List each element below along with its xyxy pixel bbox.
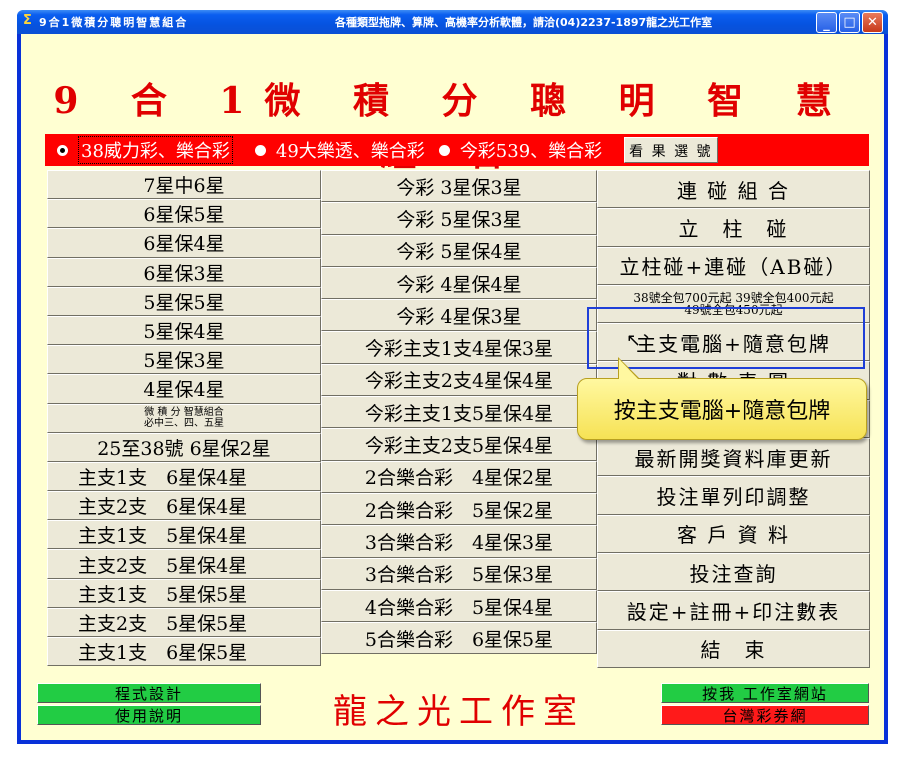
combo-button[interactable]: 主支2支 5星保5星	[47, 607, 321, 637]
button-line: 微 積 分 智慧組合	[144, 407, 224, 419]
combo-button[interactable]: 主支2支 5星保4星	[47, 549, 321, 579]
radio-49-lotto[interactable]: 49大樂透、樂合彩	[254, 137, 425, 163]
pillar-combo-button[interactable]: 立 柱 碰	[597, 208, 870, 247]
customer-data-button[interactable]: 客 戶 資 料	[597, 514, 870, 553]
calculus-combo-button[interactable]: 微 積 分 智慧組合 必中三、四、五星	[47, 403, 321, 433]
combo-button[interactable]: 今彩主支2支5星保4星	[321, 428, 597, 461]
combo-button[interactable]: 3合樂合彩 5星保3星	[321, 557, 597, 590]
combo-button[interactable]: 5星保5星	[47, 286, 321, 316]
radio-selected-icon	[57, 144, 68, 156]
close-button[interactable]: ✕	[862, 12, 883, 33]
combo-button[interactable]: 主支1支 6星保5星	[47, 637, 321, 667]
taiwan-lottery-button[interactable]: 台灣彩券網	[661, 705, 869, 725]
window-controls: _ □ ✕	[816, 12, 883, 33]
sigma-icon: Σ	[23, 13, 32, 28]
combo-button[interactable]: 25至38號 6星保2星	[47, 432, 321, 462]
combo-button[interactable]: 5合樂合彩 6星保5星	[321, 622, 597, 655]
studio-name: 龍之光工作室	[333, 692, 585, 732]
database-update-button[interactable]: 最新開獎資料庫更新	[597, 438, 870, 477]
combo-button[interactable]: 今彩主支1支4星保3星	[321, 331, 597, 364]
radio-539-lotto[interactable]: 今彩539、樂合彩	[438, 137, 603, 163]
window-title: 9合1微積分聰明智慧組合	[39, 16, 189, 29]
combo-column-1: 7星中6星 6星保5星 6星保4星 6星保3星 5星保5星 5星保4星 5星保3…	[47, 170, 321, 667]
combo-button[interactable]: 7星中6星	[47, 170, 321, 200]
combo-button[interactable]: 主支1支 5星保5星	[47, 578, 321, 608]
combo-button[interactable]: 主支1支 5星保4星	[47, 520, 321, 550]
radio-label: 今彩539、樂合彩	[459, 141, 603, 162]
window-subtitle: 各種類型拖牌、算牌、高機率分析軟體，請洽(04)2237-1897龍之光工作室	[335, 16, 713, 29]
radio-38-lotto[interactable]: 38威力彩、樂合彩	[57, 136, 233, 164]
combo-button[interactable]: 今彩 5星保3星	[321, 202, 597, 235]
combo-button[interactable]: 6星保4星	[47, 228, 321, 258]
program-design-button[interactable]: 程式設計	[37, 683, 261, 703]
maximize-button[interactable]: □	[839, 12, 860, 33]
combo-button[interactable]: 2合樂合彩 4星保2星	[321, 460, 597, 493]
studio-website-button[interactable]: 按我 工作室網站	[661, 683, 869, 703]
combo-button[interactable]: 今彩 4星保4星	[321, 266, 597, 300]
combo-button[interactable]: 今彩主支2支4星保4星	[321, 363, 597, 397]
lottery-mode-bar: 38威力彩、樂合彩 49大樂透、樂合彩 今彩539、樂合彩 看 果 選 號	[45, 134, 869, 166]
button-line: 49號全包450元起	[684, 303, 783, 318]
combo-button[interactable]: 4星保4星	[47, 374, 321, 404]
tooltip: 按主支電腦+隨意包牌	[577, 357, 867, 440]
view-results-button[interactable]: 看 果 選 號	[624, 137, 718, 163]
combo-button[interactable]: 今彩 5星保4星	[321, 234, 597, 267]
mouse-cursor-icon: ↖	[626, 330, 642, 351]
combo-button[interactable]: 6星保3星	[47, 257, 321, 287]
combo-button[interactable]: 主支2支 6星保4星	[47, 491, 321, 521]
app-window: Σ 9合1微積分聰明智慧組合 各種類型拖牌、算牌、高機率分析軟體，請洽(04)2…	[17, 10, 888, 744]
combo-button[interactable]: 今彩主支1支5星保4星	[321, 396, 597, 429]
combo-button[interactable]: 5星保3星	[47, 345, 321, 375]
combo-button[interactable]: 3合樂合彩 4星保3星	[321, 525, 597, 558]
pillar-ab-combo-button[interactable]: 立柱碰+連碰（AB碰）	[597, 246, 870, 285]
settings-register-button[interactable]: 設定+註冊+印注數表	[597, 591, 870, 630]
close-icon: ✕	[867, 15, 878, 30]
radio-unselected-icon	[438, 144, 450, 156]
combo-button[interactable]: 4合樂合彩 5星保4星	[321, 589, 597, 623]
full-package-button[interactable]: 38號全包700元起 39號全包400元起 49號全包450元起	[597, 284, 870, 324]
print-adjust-button[interactable]: 投注單列印調整	[597, 476, 870, 515]
radio-unselected-icon	[254, 144, 266, 156]
user-manual-button[interactable]: 使用說明	[37, 705, 261, 725]
maximize-icon: □	[843, 15, 856, 30]
minimize-button[interactable]: _	[816, 12, 837, 33]
combo-button[interactable]: 主支1支 6星保4星	[47, 461, 321, 492]
combo-button[interactable]: 6星保5星	[47, 199, 321, 229]
minimize-icon: _	[823, 17, 830, 32]
radio-label: 49大樂透、樂合彩	[275, 141, 425, 162]
button-line: 必中三、四、五星	[144, 418, 224, 430]
client-area: 9 合 1微 積 分 聰 明 智 慧 組 合 38威力彩、樂合彩 49大樂透、樂…	[21, 34, 884, 740]
title-bar[interactable]: Σ 9合1微積分聰明智慧組合 各種類型拖牌、算牌、高機率分析軟體，請洽(04)2…	[17, 10, 888, 34]
combo-button[interactable]: 今彩 3星保3星	[321, 170, 597, 203]
exit-button[interactable]: 結 束	[597, 629, 870, 668]
radio-label: 38威力彩、樂合彩	[78, 136, 233, 164]
combo-button[interactable]: 5星保4星	[47, 315, 321, 346]
bet-query-button[interactable]: 投注查詢	[597, 552, 870, 592]
combo-button[interactable]: 今彩 4星保3星	[321, 299, 597, 332]
combo-column-2: 今彩 3星保3星 今彩 5星保3星 今彩 5星保4星 今彩 4星保4星 今彩 4…	[321, 170, 597, 655]
combo-button[interactable]: 2合樂合彩 5星保2星	[321, 492, 597, 526]
consecutive-combo-button[interactable]: 連 碰 組 合	[597, 170, 870, 209]
